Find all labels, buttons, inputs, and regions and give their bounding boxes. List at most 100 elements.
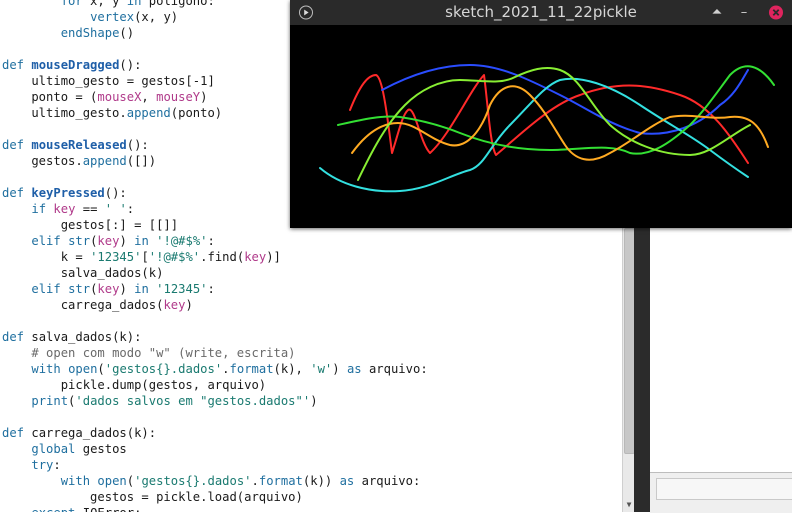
close-button[interactable] (766, 0, 786, 25)
code-token: '!@#$%' (148, 250, 201, 264)
code-token: open (97, 474, 127, 488)
code-token: if (31, 202, 47, 216)
code-token: with (31, 362, 61, 376)
code-line: for x, y in poligono: (2, 0, 215, 9)
code-line: elif str(key) in '12345': (2, 281, 215, 297)
code-line: with open('gestos{}.dados'.format(k), 'w… (2, 361, 428, 377)
code-token: def (2, 426, 25, 440)
code-line: salva_dados(k) (2, 265, 164, 281)
code-token: ) (119, 234, 135, 248)
code-line: print('dados salvos em "gestos.dados"') (2, 393, 317, 409)
code-token: , (141, 90, 157, 104)
code-token: arquivo: (361, 362, 428, 376)
code-token: k = (2, 250, 91, 264)
code-token: 'gestos{}.dados' (104, 362, 223, 376)
code-token: 'gestos{}.dados' (134, 474, 252, 488)
code-token: ultimo_gesto. (2, 106, 127, 120)
side-panel-input[interactable] (656, 478, 792, 500)
code-token: (k), (273, 362, 311, 376)
code-token: as (339, 474, 355, 488)
code-token: (): (126, 138, 149, 152)
code-token: format (258, 474, 303, 488)
code-token: '!@#$%' (156, 234, 208, 248)
window-gap (634, 228, 650, 512)
code-line: vertex(x, y) (2, 9, 178, 25)
code-token: ) (119, 282, 135, 296)
minimize-button[interactable]: – (734, 0, 754, 25)
code-token: def (2, 138, 25, 152)
code-token: def (2, 186, 25, 200)
code-line: elif str(key) in '!@#$%': (2, 233, 215, 249)
code-token: elif (31, 234, 61, 248)
code-token: x, y (82, 0, 127, 8)
code-line: ultimo_gesto = gestos[-1] (2, 73, 215, 89)
code-token: carrega_dados(k): (24, 426, 157, 440)
sketch-window[interactable]: sketch_2021_11_22pickle ⏶ – (290, 0, 792, 228)
code-line: carrega_dados(key) (2, 297, 193, 313)
code-token: in (134, 282, 149, 296)
code-token: as (346, 362, 362, 376)
code-token: gestos (75, 442, 127, 456)
code-token: () (119, 26, 135, 40)
code-token: 'w' (310, 362, 333, 376)
code-token: for (60, 0, 83, 8)
code-token: ultimo_gesto = gestos[-1] (2, 74, 215, 88)
stroke-blue (381, 64, 749, 135)
code-token: IOError: (75, 506, 142, 512)
code-token: salva_dados(k): (24, 330, 142, 344)
code-token: key (97, 282, 120, 296)
code-token: except (31, 506, 75, 512)
code-token: : (207, 282, 215, 296)
code-token: == (75, 202, 105, 216)
code-token: format (229, 362, 274, 376)
code-token: keyPressed (31, 186, 105, 200)
code-line: gestos[:] = [[]] (2, 217, 178, 233)
code-line: def mouseReleased(): (2, 137, 149, 153)
code-line: if key == ' ': (2, 201, 134, 217)
play-icon[interactable] (298, 0, 314, 25)
side-panel (650, 228, 792, 512)
code-line: try: (2, 457, 60, 473)
code-line: with open('gestos{}.dados'.format(k)) as… (2, 473, 421, 489)
code-token: (k)) (302, 474, 340, 488)
caret-up-icon: ⏶ (711, 5, 723, 20)
minus-icon: – (740, 5, 748, 20)
code-token: def (2, 330, 25, 344)
code-token: def (2, 58, 25, 72)
code-token: : (126, 202, 135, 216)
code-token: mouseDragged (31, 58, 120, 72)
code-token: key (53, 202, 76, 216)
code-token: (): (119, 58, 142, 72)
code-token: . (251, 474, 259, 488)
code-line: ponto = (mouseX, mouseY) (2, 89, 207, 105)
sketch-canvas[interactable] (290, 25, 792, 228)
code-token: .find( (200, 250, 245, 264)
code-token: (): (104, 186, 127, 200)
maximize-button[interactable]: ⏶ (707, 0, 727, 25)
code-token: 'dados salvos em "gestos.dados"' (75, 394, 311, 408)
code-token: str (68, 234, 91, 248)
code-token: str (68, 282, 91, 296)
code-token: key (244, 250, 267, 264)
sketch-titlebar[interactable]: sketch_2021_11_22pickle ⏶ – (290, 0, 792, 25)
code-line: ultimo_gesto.append(ponto) (2, 105, 222, 121)
close-icon (769, 5, 783, 20)
code-token: salva_dados(k) (2, 266, 164, 280)
code-token: ' ' (104, 202, 127, 216)
code-line: pickle.dump(gestos, arquivo) (2, 377, 266, 393)
code-token: global (31, 442, 76, 456)
code-line: def keyPressed(): (2, 185, 127, 201)
code-token: : (207, 234, 215, 248)
